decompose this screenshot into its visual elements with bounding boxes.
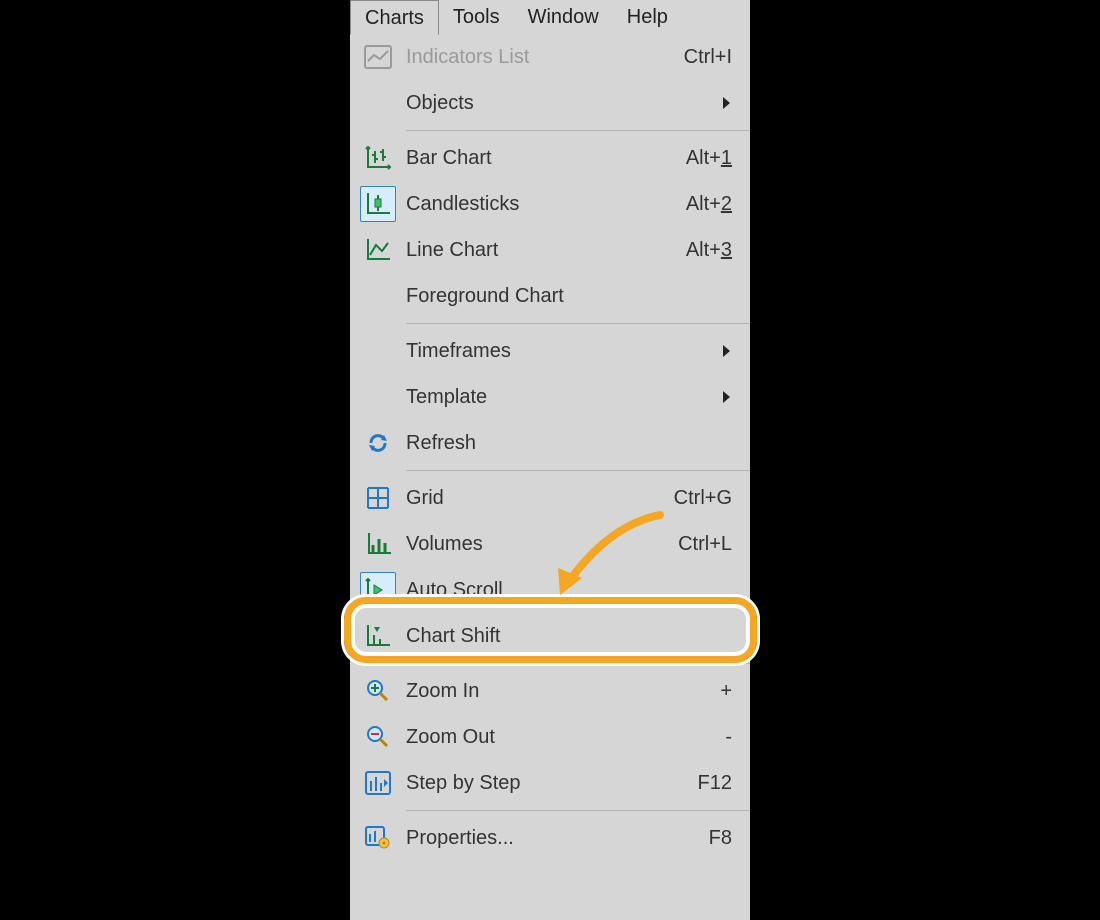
menu-item-grid[interactable]: Grid Ctrl+G — [350, 475, 750, 521]
menu-label: Bar Chart — [406, 147, 676, 170]
zoom-in-icon — [365, 678, 391, 704]
menu-item-indicators-list: Indicators List Ctrl+I — [350, 34, 750, 80]
indicators-icon — [364, 45, 392, 69]
separator — [406, 810, 750, 811]
step-icon — [365, 771, 391, 795]
menu-label: Volumes — [406, 533, 668, 556]
menubar-item-help[interactable]: Help — [613, 0, 682, 34]
menu-shortcut: Alt+3 — [676, 239, 732, 262]
menu-item-zoom-in[interactable]: Zoom In + — [350, 668, 750, 714]
separator — [406, 663, 750, 664]
menu-label: Auto Scroll — [406, 579, 732, 602]
menu-label: Indicators List — [406, 46, 674, 69]
menu-item-candlesticks[interactable]: Candlesticks Alt+2 — [350, 181, 750, 227]
menu-label: Step by Step — [406, 772, 688, 795]
line-chart-icon — [364, 237, 392, 263]
menu-item-timeframes[interactable]: Timeframes — [350, 328, 750, 374]
separator — [406, 470, 750, 471]
menu-item-properties[interactable]: Properties... F8 — [350, 815, 750, 861]
menu-item-foreground-chart[interactable]: Foreground Chart — [350, 273, 750, 319]
menu-shortcut: F12 — [688, 772, 732, 795]
auto-scroll-icon — [360, 572, 396, 608]
menubar-item-charts[interactable]: Charts — [350, 0, 439, 35]
volumes-icon — [365, 531, 391, 557]
menu-shortcut: Ctrl+I — [674, 46, 732, 69]
submenu-arrow-icon — [723, 97, 730, 109]
menu-item-step-by-step[interactable]: Step by Step F12 — [350, 760, 750, 806]
menu-label: Refresh — [406, 432, 732, 455]
menu-shortcut: + — [710, 680, 732, 703]
submenu-arrow-icon — [723, 391, 730, 403]
menu-label: Template — [406, 386, 732, 409]
refresh-icon — [365, 430, 391, 456]
app-window: Charts Tools Window Help Indicators List… — [350, 0, 750, 920]
menu-item-refresh[interactable]: Refresh — [350, 420, 750, 466]
menu-label: Zoom Out — [406, 726, 715, 749]
charts-menu: Indicators List Ctrl+I Objects — [350, 34, 750, 861]
menu-item-line-chart[interactable]: Line Chart Alt+3 — [350, 227, 750, 273]
candlesticks-icon — [360, 186, 396, 222]
grid-icon — [366, 486, 390, 510]
menubar: Charts Tools Window Help — [350, 0, 750, 35]
menu-item-volumes[interactable]: Volumes Ctrl+L — [350, 521, 750, 567]
menubar-item-window[interactable]: Window — [514, 0, 613, 34]
menu-label: Objects — [406, 92, 732, 115]
menu-item-zoom-out[interactable]: Zoom Out - — [350, 714, 750, 760]
menu-shortcut: Ctrl+G — [664, 487, 732, 510]
properties-icon — [365, 826, 391, 850]
menu-item-objects[interactable]: Objects — [350, 80, 750, 126]
menu-item-template[interactable]: Template — [350, 374, 750, 420]
menu-label: Zoom In — [406, 680, 710, 703]
submenu-arrow-icon — [723, 345, 730, 357]
menu-item-auto-scroll[interactable]: Auto Scroll — [350, 567, 750, 613]
menu-label: Line Chart — [406, 239, 676, 262]
menu-shortcut: Alt+1 — [676, 147, 732, 170]
separator — [406, 323, 750, 324]
menubar-item-tools[interactable]: Tools — [439, 0, 514, 34]
menu-label: Chart Shift — [406, 625, 732, 648]
menu-item-chart-shift[interactable]: Chart Shift — [350, 613, 750, 659]
separator — [406, 130, 750, 131]
menu-shortcut: Ctrl+L — [668, 533, 732, 556]
menu-shortcut: Alt+2 — [676, 193, 732, 216]
menu-label: Timeframes — [406, 340, 732, 363]
menu-label: Properties... — [406, 827, 699, 850]
zoom-out-icon — [365, 724, 391, 750]
menu-item-bar-chart[interactable]: Bar Chart Alt+1 — [350, 135, 750, 181]
menu-shortcut: F8 — [699, 827, 732, 850]
chart-shift-icon — [364, 623, 392, 649]
menu-shortcut: - — [715, 726, 732, 749]
bar-chart-icon — [364, 145, 392, 171]
menu-label: Candlesticks — [406, 193, 676, 216]
menu-label: Foreground Chart — [406, 285, 732, 308]
menu-label: Grid — [406, 487, 664, 510]
